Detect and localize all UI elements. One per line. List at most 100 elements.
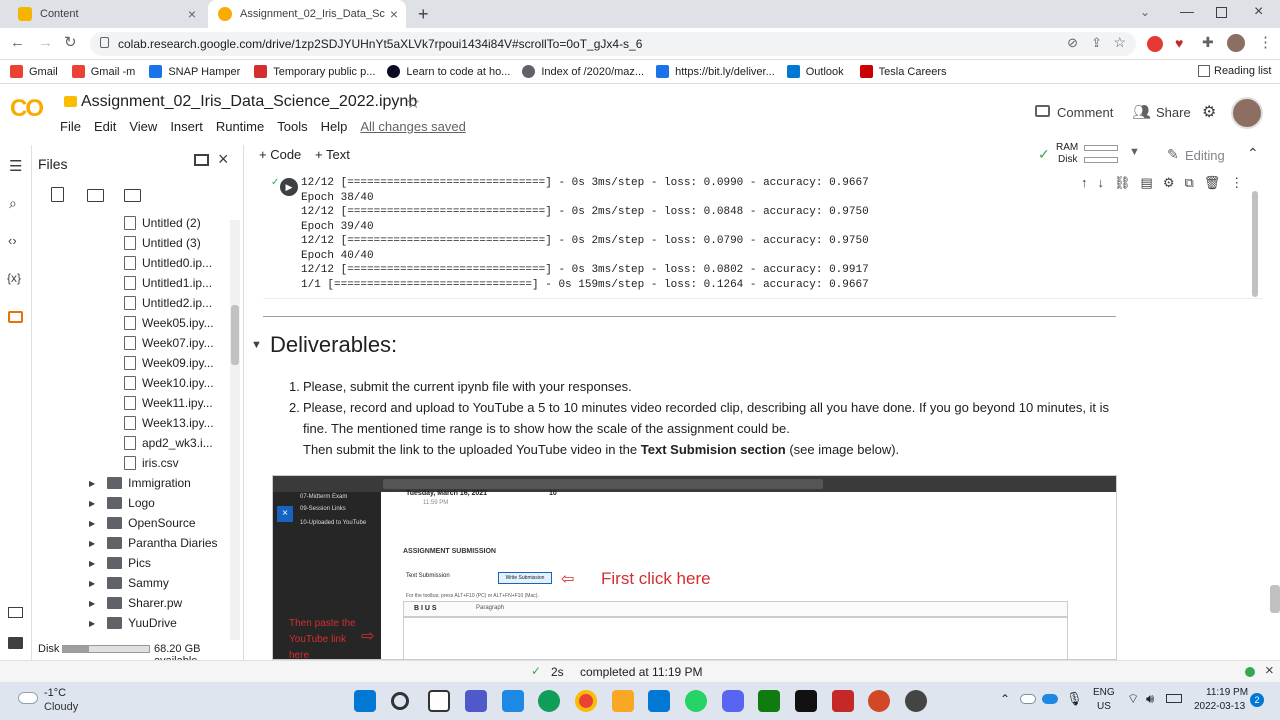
lang-region[interactable]: US xyxy=(1097,701,1111,712)
folder-item[interactable]: ▶ OpenSource xyxy=(89,513,196,533)
teams-icon[interactable] xyxy=(465,690,487,712)
notebook-scrollbar[interactable] xyxy=(1270,585,1280,613)
task-view-icon[interactable] xyxy=(428,690,450,712)
link-icon[interactable]: ⛓ xyxy=(1114,175,1131,191)
notification-badge[interactable]: 2 xyxy=(1250,693,1264,707)
move-up-icon[interactable]: ↑ xyxy=(1081,175,1088,191)
file-item[interactable]: Untitled0.ip... xyxy=(124,253,212,273)
close-icon[interactable]: × xyxy=(390,6,398,22)
mount-drive-icon[interactable] xyxy=(124,189,141,202)
bookmark-learn-code[interactable]: Learn to code at ho... xyxy=(387,65,510,78)
folder-item[interactable]: ▶ Pics xyxy=(89,553,151,573)
saved-status[interactable]: All changes saved xyxy=(360,119,466,134)
file-item[interactable]: apd2_wk3.i... xyxy=(124,433,213,453)
close-window-icon[interactable]: × xyxy=(1254,3,1263,21)
windows-start-icon[interactable] xyxy=(354,690,376,712)
share-icon[interactable]: ⇪ xyxy=(1091,35,1102,51)
caret-right-icon[interactable]: ▶ xyxy=(89,599,95,608)
file-item[interactable]: Untitled (3) xyxy=(124,233,201,253)
more-icon[interactable]: ⋮ xyxy=(1258,33,1273,51)
bookmark-outlook[interactable]: Outlook xyxy=(786,65,844,78)
minimize-icon[interactable]: — xyxy=(1180,3,1194,19)
chevron-down-icon[interactable]: ▼ xyxy=(1129,146,1140,158)
menu-tools[interactable]: Tools xyxy=(277,119,307,134)
tab-content[interactable]: Content × xyxy=(8,0,204,28)
file-item[interactable]: Untitled2.ip... xyxy=(124,293,212,313)
microphone-icon[interactable]: 🎙︎ xyxy=(1066,691,1083,707)
caret-right-icon[interactable]: ▶ xyxy=(89,579,95,588)
tab-notebook[interactable]: Assignment_02_Iris_Data_Science_2022.ipy… xyxy=(208,0,406,28)
menu-view[interactable]: View xyxy=(129,119,157,134)
upload-file-icon[interactable] xyxy=(51,187,64,202)
folder-item[interactable]: ▶ Parantha Diaries xyxy=(89,533,218,553)
bookmark-bitly[interactable]: https://bit.ly/deliver... xyxy=(656,65,775,78)
caret-right-icon[interactable]: ▶ xyxy=(89,499,95,508)
whatsapp-icon[interactable] xyxy=(685,690,707,712)
add-text-button[interactable]: + Text xyxy=(315,147,350,162)
share-button[interactable]: Share xyxy=(1156,105,1191,120)
exec-completed[interactable]: completed at 11:19 PM xyxy=(580,665,703,679)
file-item[interactable]: Untitled1.ip... xyxy=(124,273,212,293)
caret-right-icon[interactable]: ▶ xyxy=(89,539,95,548)
colab-logo[interactable]: CO xyxy=(10,95,44,123)
star-icon[interactable]: ☆ xyxy=(1113,34,1126,51)
menu-insert[interactable]: Insert xyxy=(170,119,203,134)
delete-icon[interactable]: 🗑︎ xyxy=(1204,175,1221,191)
chevron-down-icon[interactable]: ⌄ xyxy=(1140,5,1150,19)
editing-mode[interactable]: Editing xyxy=(1185,148,1225,163)
code-snippets-icon[interactable]: ‹› xyxy=(8,233,17,248)
forward-icon[interactable]: → xyxy=(38,34,53,51)
scrollbar-track[interactable] xyxy=(230,220,240,640)
comment-button[interactable]: Comment xyxy=(1057,105,1113,120)
avatar[interactable] xyxy=(1231,97,1263,129)
extensions-icon[interactable]: ✚ xyxy=(1202,34,1214,51)
file-item[interactable]: Week11.ipy... xyxy=(124,393,213,413)
battery-icon[interactable] xyxy=(1166,694,1182,703)
search-icon[interactable] xyxy=(391,692,409,710)
command-palette-icon[interactable] xyxy=(8,607,23,618)
caret-right-icon[interactable]: ▶ xyxy=(89,479,95,488)
menu-runtime[interactable]: Runtime xyxy=(216,119,264,134)
bookmark-tesla[interactable]: Tesla Careers xyxy=(859,65,947,78)
outlook-icon[interactable] xyxy=(648,690,670,712)
file-item[interactable]: Untitled (2) xyxy=(124,213,201,233)
clock-date[interactable]: 2022-03-13 xyxy=(1194,701,1245,712)
comment-icon[interactable]: ▤ xyxy=(1141,175,1153,191)
menu-file[interactable]: File xyxy=(60,119,81,134)
chevron-up-icon[interactable]: ⌃ xyxy=(1000,692,1010,706)
netflix-icon[interactable] xyxy=(795,690,817,712)
powerpoint-icon[interactable] xyxy=(868,690,890,712)
edge-icon[interactable] xyxy=(538,690,560,712)
move-down-icon[interactable]: ↓ xyxy=(1098,175,1105,191)
folder-item[interactable]: ▶ Immigration xyxy=(89,473,191,493)
toc-icon[interactable]: ☰ xyxy=(9,157,22,175)
bookmark-snap-hamper[interactable]: SNAP Hamper xyxy=(149,65,240,78)
gear-icon[interactable]: ⚙ xyxy=(1163,175,1175,191)
notebook-title[interactable]: Assignment_02_Iris_Data_Science_2022.ipy… xyxy=(81,93,417,111)
caret-right-icon[interactable]: ▶ xyxy=(89,619,95,628)
collapse-section-icon[interactable]: ▼ xyxy=(251,339,262,351)
weather-temp[interactable]: -1°C xyxy=(44,687,66,699)
clock-time[interactable]: 11:19 PM xyxy=(1206,687,1248,698)
scrollbar-thumb[interactable] xyxy=(231,305,239,365)
add-code-button[interactable]: + Code xyxy=(259,147,301,162)
discord-icon[interactable] xyxy=(722,690,744,712)
xbox-icon[interactable] xyxy=(758,690,780,712)
open-window-icon[interactable] xyxy=(194,154,209,166)
folder-item[interactable]: ▶ Logo xyxy=(89,493,155,513)
back-icon[interactable]: ← xyxy=(10,34,25,51)
onedrive-icon[interactable] xyxy=(1042,694,1058,704)
file-item[interactable]: Week09.ipy... xyxy=(124,353,214,373)
maximize-icon[interactable] xyxy=(1216,7,1227,18)
wifi-icon[interactable]: ⌔ xyxy=(1127,691,1139,707)
file-explorer-icon[interactable] xyxy=(612,690,634,712)
profile-avatar[interactable] xyxy=(1227,34,1245,52)
collapse-icon[interactable]: ⌃ xyxy=(1247,145,1259,162)
folder-item[interactable]: ▶ Sammy xyxy=(89,573,169,593)
menu-help[interactable]: Help xyxy=(321,119,348,134)
new-tab-icon[interactable]: + xyxy=(418,4,429,25)
mirror-cell-icon[interactable]: ⧉ xyxy=(1184,175,1193,191)
output-scrollbar[interactable] xyxy=(1252,191,1258,297)
weather-desc[interactable]: Cloudy xyxy=(44,701,78,713)
chrome-icon[interactable] xyxy=(575,690,597,712)
